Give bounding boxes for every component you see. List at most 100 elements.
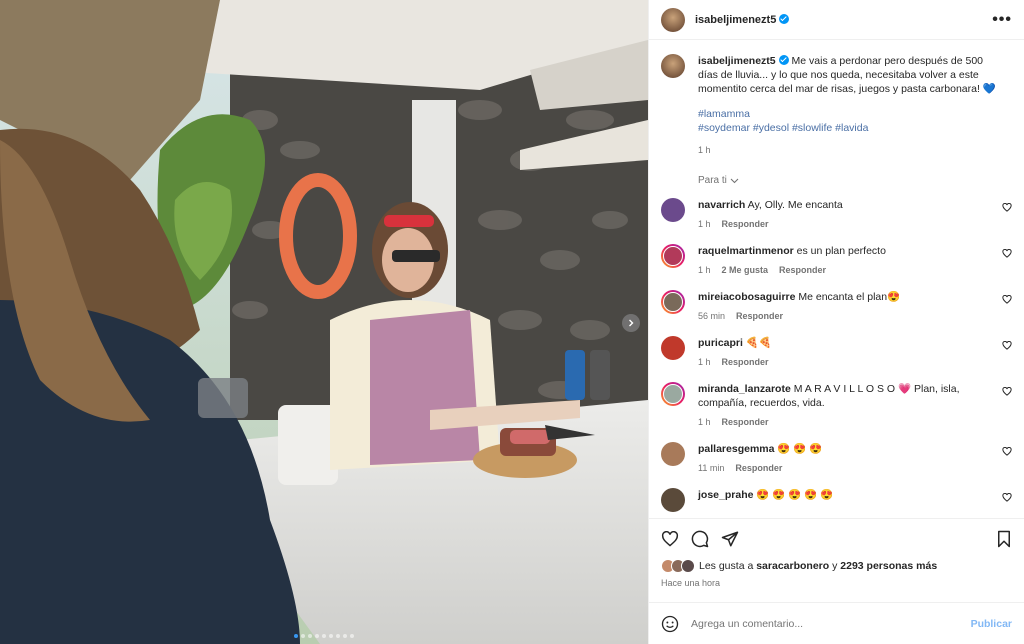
comment-time: 1 h: [698, 219, 711, 229]
carousel-dot: [336, 634, 340, 638]
comment-bubble-icon[interactable]: [691, 530, 709, 548]
commenter-username[interactable]: puricapri: [698, 337, 743, 349]
comment-meta: 56 min Responder: [698, 309, 988, 323]
comment-like-heart-icon[interactable]: [1002, 249, 1012, 258]
comment-meta: 1 h Responder: [698, 217, 988, 231]
comment-item: miranda_lanzarote M A R A V I L L O S O …: [661, 382, 1012, 429]
emoji-icon[interactable]: [661, 615, 679, 633]
reply-button[interactable]: Responder: [736, 309, 783, 323]
add-comment-bar: Publicar: [649, 602, 1024, 644]
comment-text: es un plan perfecto: [796, 245, 886, 257]
comment-text: 😍 😍 😍 😍 😍: [756, 489, 834, 501]
comment-time: 1 h: [698, 417, 711, 427]
carousel-indicator: [0, 634, 648, 638]
carousel-dot: [329, 634, 333, 638]
author-avatar[interactable]: [661, 7, 685, 32]
commenter-username[interactable]: miranda_lanzarote: [698, 383, 791, 395]
verified-badge-icon: [779, 13, 790, 24]
more-options-icon[interactable]: •••: [992, 11, 1012, 29]
commenter-username[interactable]: navarrich: [698, 199, 745, 211]
comment-meta: 1 h 2 Me gusta Responder: [698, 263, 988, 277]
commenter-username[interactable]: pallaresgemma: [698, 443, 774, 455]
comment-meta: 1 h Responder: [698, 415, 988, 429]
comment-like-heart-icon[interactable]: [1002, 387, 1012, 396]
comments-list: navarrich Ay, Olly. Me encanta 1 h Respond…: [661, 198, 1012, 512]
likes-user[interactable]: saracarbonero: [756, 560, 829, 572]
commenter-username[interactable]: mireiacobosaguirre: [698, 291, 795, 303]
like-heart-icon[interactable]: [661, 530, 679, 547]
hashtag-line-2[interactable]: #soydemar #ydesol #slowlife #lavida: [698, 122, 868, 134]
comment-like-heart-icon[interactable]: [1002, 203, 1012, 212]
next-slide-button[interactable]: [622, 314, 640, 332]
commenter-avatar: [663, 246, 683, 266]
post-photo[interactable]: [0, 0, 648, 644]
likes-count[interactable]: 2293 personas más: [840, 560, 937, 572]
commenter-username[interactable]: jose_prahe: [698, 489, 753, 501]
comment-item: raquelmartinmenor es un plan perfecto 1 h…: [661, 244, 1012, 277]
comment-meta: 11 min Responder: [698, 461, 988, 475]
likes-summary[interactable]: Les gusta a saracarbonero y 2293 persona…: [649, 558, 1024, 574]
comments-scroll-area[interactable]: isabeljimenezt5 Me vais a perdonar pero …: [649, 40, 1024, 518]
verified-badge-icon: [778, 55, 789, 65]
post-header: isabeljimenezt5 •••: [649, 0, 1024, 40]
likes-middle: y: [832, 560, 838, 572]
carousel-dot: [301, 634, 305, 638]
hashtags: #lamamma #soydemar #ydesol #slowlife #la…: [698, 107, 998, 135]
comment-item: navarrich Ay, Olly. Me encanta 1 h Respond…: [661, 198, 1012, 231]
reply-button[interactable]: Responder: [722, 217, 769, 231]
comment-like-heart-icon[interactable]: [1002, 341, 1012, 350]
publish-button[interactable]: Publicar: [971, 618, 1012, 630]
comment-likes[interactable]: 2 Me gusta: [722, 263, 769, 277]
comment-text: Me encanta el plan😍: [798, 291, 901, 303]
comment-input[interactable]: [691, 617, 971, 630]
commenter-avatar[interactable]: [661, 198, 685, 222]
carousel-dot: [308, 634, 312, 638]
commenter-avatar-ring[interactable]: [661, 382, 685, 406]
comment-text: 😍 😍 😍: [777, 443, 823, 455]
commenter-avatar[interactable]: [661, 488, 685, 512]
liker-avatars: [661, 559, 695, 573]
reply-button[interactable]: Responder: [735, 461, 782, 475]
reply-button[interactable]: Responder: [722, 415, 769, 429]
comment-time: 11 min: [698, 463, 725, 473]
comment-time: 56 min: [698, 311, 726, 321]
comment-text: Ay, Olly. Me encanta: [747, 199, 843, 211]
save-bookmark-icon[interactable]: [996, 530, 1012, 548]
likes-prefix: Les gusta a: [699, 560, 754, 572]
comment-item: pallaresgemma 😍 😍 😍 11 min Responder: [661, 442, 1012, 475]
carousel-dot: [315, 634, 319, 638]
author-username[interactable]: isabeljimenezt5: [695, 13, 790, 26]
comment-like-heart-icon[interactable]: [1002, 295, 1012, 304]
commenter-username[interactable]: raquelmartinmenor: [698, 245, 794, 257]
post-side-panel: isabeljimenezt5 ••• isabeljimenezt5 Me v…: [648, 0, 1024, 644]
reply-button[interactable]: Responder: [779, 263, 826, 277]
commenter-avatar-ring[interactable]: [661, 244, 685, 268]
commenter-avatar[interactable]: [661, 442, 685, 466]
post-viewer: isabeljimenezt5 ••• isabeljimenezt5 Me v…: [0, 0, 1024, 644]
comment-item: puricapri 🍕🍕 1 h Responder: [661, 336, 1012, 369]
commenter-avatar[interactable]: [661, 336, 685, 360]
carousel-dot: [350, 634, 354, 638]
commenter-avatar-ring[interactable]: [661, 290, 685, 314]
caption-author-avatar[interactable]: [661, 54, 685, 78]
post-caption: isabeljimenezt5 Me vais a perdonar pero …: [661, 54, 1012, 157]
comment-item: jose_prahe 😍 😍 😍 😍 😍: [661, 488, 1012, 512]
hashtag-line-1[interactable]: #lamamma: [698, 108, 750, 120]
chevron-right-icon: [629, 319, 634, 327]
comment-time: 1 h: [698, 357, 711, 367]
photo-image: [0, 0, 648, 644]
commenter-avatar: [663, 292, 683, 312]
sort-label: Para ti: [698, 175, 727, 186]
sort-comments-dropdown[interactable]: Para ti: [698, 175, 1012, 186]
carousel-dot: [322, 634, 326, 638]
carousel-dot: [343, 634, 347, 638]
commenter-avatar: [663, 384, 683, 404]
comment-time: 1 h: [698, 265, 711, 275]
comment-like-heart-icon[interactable]: [1002, 493, 1012, 502]
reply-button[interactable]: Responder: [722, 355, 769, 369]
chevron-down-icon: [730, 178, 739, 183]
share-paper-plane-icon[interactable]: [721, 530, 739, 548]
comment-like-heart-icon[interactable]: [1002, 447, 1012, 456]
posted-time: Hace una hora: [661, 578, 721, 588]
caption-username[interactable]: isabeljimenezt5: [698, 55, 776, 67]
